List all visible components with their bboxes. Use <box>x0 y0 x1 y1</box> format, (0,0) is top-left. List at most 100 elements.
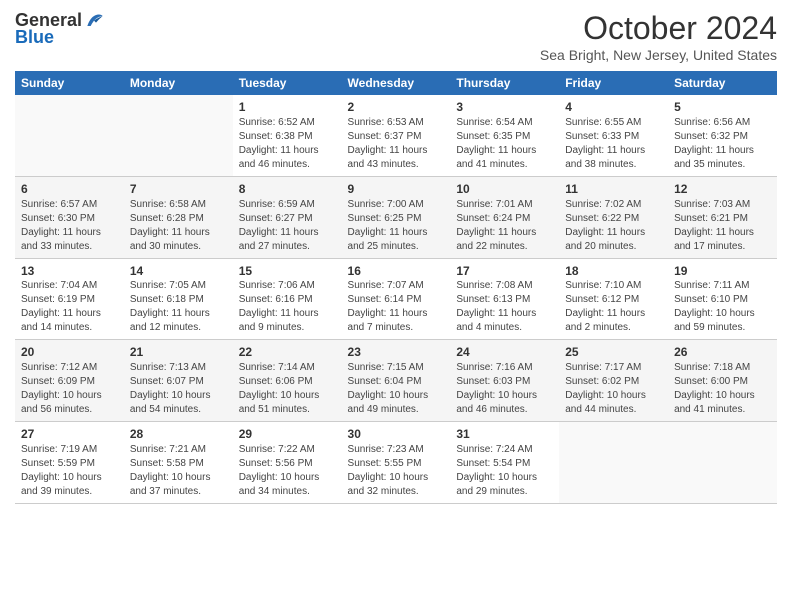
calendar-cell: 21Sunrise: 7:13 AMSunset: 6:07 PMDayligh… <box>124 340 233 422</box>
day-number: 3 <box>456 99 553 116</box>
cell-info: Sunrise: 7:12 AMSunset: 6:09 PMDaylight:… <box>21 361 118 417</box>
cell-info: Sunrise: 7:00 AMSunset: 6:25 PMDaylight:… <box>348 198 445 254</box>
header: General Blue October 2024 Sea Bright, Ne… <box>15 10 777 63</box>
calendar-cell: 31Sunrise: 7:24 AMSunset: 5:54 PMDayligh… <box>450 422 559 504</box>
calendar-cell: 4Sunrise: 6:55 AMSunset: 6:33 PMDaylight… <box>559 95 668 176</box>
cell-info: Sunrise: 7:22 AMSunset: 5:56 PMDaylight:… <box>239 443 336 499</box>
calendar-cell: 20Sunrise: 7:12 AMSunset: 6:09 PMDayligh… <box>15 340 124 422</box>
cell-info: Sunrise: 7:02 AMSunset: 6:22 PMDaylight:… <box>565 198 662 254</box>
calendar-cell: 26Sunrise: 7:18 AMSunset: 6:00 PMDayligh… <box>668 340 777 422</box>
calendar-cell <box>668 422 777 504</box>
day-number: 24 <box>456 344 553 361</box>
calendar-cell: 16Sunrise: 7:07 AMSunset: 6:14 PMDayligh… <box>342 258 451 340</box>
calendar-cell: 13Sunrise: 7:04 AMSunset: 6:19 PMDayligh… <box>15 258 124 340</box>
calendar-cell: 2Sunrise: 6:53 AMSunset: 6:37 PMDaylight… <box>342 95 451 176</box>
day-number: 5 <box>674 99 771 116</box>
cell-info: Sunrise: 6:54 AMSunset: 6:35 PMDaylight:… <box>456 116 553 172</box>
cell-info: Sunrise: 6:57 AMSunset: 6:30 PMDaylight:… <box>21 198 118 254</box>
cell-info: Sunrise: 7:13 AMSunset: 6:07 PMDaylight:… <box>130 361 227 417</box>
calendar-cell: 9Sunrise: 7:00 AMSunset: 6:25 PMDaylight… <box>342 176 451 258</box>
day-header-sunday: Sunday <box>15 71 124 95</box>
cell-info: Sunrise: 7:01 AMSunset: 6:24 PMDaylight:… <box>456 198 553 254</box>
cell-info: Sunrise: 7:07 AMSunset: 6:14 PMDaylight:… <box>348 279 445 335</box>
day-header-thursday: Thursday <box>450 71 559 95</box>
cell-info: Sunrise: 7:19 AMSunset: 5:59 PMDaylight:… <box>21 443 118 499</box>
day-number: 18 <box>565 263 662 280</box>
week-row-3: 13Sunrise: 7:04 AMSunset: 6:19 PMDayligh… <box>15 258 777 340</box>
cell-info: Sunrise: 7:15 AMSunset: 6:04 PMDaylight:… <box>348 361 445 417</box>
cell-info: Sunrise: 7:10 AMSunset: 6:12 PMDaylight:… <box>565 279 662 335</box>
calendar-cell: 14Sunrise: 7:05 AMSunset: 6:18 PMDayligh… <box>124 258 233 340</box>
cell-info: Sunrise: 7:17 AMSunset: 6:02 PMDaylight:… <box>565 361 662 417</box>
day-number: 6 <box>21 181 118 198</box>
day-number: 7 <box>130 181 227 198</box>
cell-info: Sunrise: 6:56 AMSunset: 6:32 PMDaylight:… <box>674 116 771 172</box>
calendar-cell: 18Sunrise: 7:10 AMSunset: 6:12 PMDayligh… <box>559 258 668 340</box>
calendar-cell: 6Sunrise: 6:57 AMSunset: 6:30 PMDaylight… <box>15 176 124 258</box>
cell-info: Sunrise: 7:14 AMSunset: 6:06 PMDaylight:… <box>239 361 336 417</box>
day-number: 11 <box>565 181 662 198</box>
day-number: 22 <box>239 344 336 361</box>
cell-info: Sunrise: 7:24 AMSunset: 5:54 PMDaylight:… <box>456 443 553 499</box>
day-number: 10 <box>456 181 553 198</box>
cell-info: Sunrise: 7:03 AMSunset: 6:21 PMDaylight:… <box>674 198 771 254</box>
calendar-cell: 24Sunrise: 7:16 AMSunset: 6:03 PMDayligh… <box>450 340 559 422</box>
day-number: 17 <box>456 263 553 280</box>
calendar-cell: 10Sunrise: 7:01 AMSunset: 6:24 PMDayligh… <box>450 176 559 258</box>
location: Sea Bright, New Jersey, United States <box>540 47 777 63</box>
calendar-cell: 12Sunrise: 7:03 AMSunset: 6:21 PMDayligh… <box>668 176 777 258</box>
cell-info: Sunrise: 7:23 AMSunset: 5:55 PMDaylight:… <box>348 443 445 499</box>
day-number: 15 <box>239 263 336 280</box>
cell-info: Sunrise: 6:53 AMSunset: 6:37 PMDaylight:… <box>348 116 445 172</box>
day-number: 28 <box>130 426 227 443</box>
calendar-cell: 23Sunrise: 7:15 AMSunset: 6:04 PMDayligh… <box>342 340 451 422</box>
calendar-cell: 25Sunrise: 7:17 AMSunset: 6:02 PMDayligh… <box>559 340 668 422</box>
day-number: 1 <box>239 99 336 116</box>
day-number: 27 <box>21 426 118 443</box>
day-number: 16 <box>348 263 445 280</box>
title-section: October 2024 Sea Bright, New Jersey, Uni… <box>540 10 777 63</box>
cell-info: Sunrise: 7:06 AMSunset: 6:16 PMDaylight:… <box>239 279 336 335</box>
calendar-cell <box>124 95 233 176</box>
day-header-tuesday: Tuesday <box>233 71 342 95</box>
calendar-cell: 22Sunrise: 7:14 AMSunset: 6:06 PMDayligh… <box>233 340 342 422</box>
day-number: 29 <box>239 426 336 443</box>
calendar-cell: 7Sunrise: 6:58 AMSunset: 6:28 PMDaylight… <box>124 176 233 258</box>
calendar-cell: 17Sunrise: 7:08 AMSunset: 6:13 PMDayligh… <box>450 258 559 340</box>
day-number: 8 <box>239 181 336 198</box>
logo-bird-icon <box>84 11 104 31</box>
cell-info: Sunrise: 6:52 AMSunset: 6:38 PMDaylight:… <box>239 116 336 172</box>
calendar-cell <box>559 422 668 504</box>
week-row-5: 27Sunrise: 7:19 AMSunset: 5:59 PMDayligh… <box>15 422 777 504</box>
day-number: 13 <box>21 263 118 280</box>
calendar-table: SundayMondayTuesdayWednesdayThursdayFrid… <box>15 71 777 504</box>
cell-info: Sunrise: 6:58 AMSunset: 6:28 PMDaylight:… <box>130 198 227 254</box>
day-number: 9 <box>348 181 445 198</box>
calendar-cell: 29Sunrise: 7:22 AMSunset: 5:56 PMDayligh… <box>233 422 342 504</box>
cell-info: Sunrise: 7:11 AMSunset: 6:10 PMDaylight:… <box>674 279 771 335</box>
cell-info: Sunrise: 7:18 AMSunset: 6:00 PMDaylight:… <box>674 361 771 417</box>
cell-info: Sunrise: 7:21 AMSunset: 5:58 PMDaylight:… <box>130 443 227 499</box>
day-header-wednesday: Wednesday <box>342 71 451 95</box>
week-row-4: 20Sunrise: 7:12 AMSunset: 6:09 PMDayligh… <box>15 340 777 422</box>
calendar-cell: 11Sunrise: 7:02 AMSunset: 6:22 PMDayligh… <box>559 176 668 258</box>
day-number: 2 <box>348 99 445 116</box>
calendar-cell: 19Sunrise: 7:11 AMSunset: 6:10 PMDayligh… <box>668 258 777 340</box>
week-row-1: 1Sunrise: 6:52 AMSunset: 6:38 PMDaylight… <box>15 95 777 176</box>
month-title: October 2024 <box>540 10 777 47</box>
cell-info: Sunrise: 7:16 AMSunset: 6:03 PMDaylight:… <box>456 361 553 417</box>
day-header-saturday: Saturday <box>668 71 777 95</box>
calendar-cell: 30Sunrise: 7:23 AMSunset: 5:55 PMDayligh… <box>342 422 451 504</box>
cell-info: Sunrise: 6:55 AMSunset: 6:33 PMDaylight:… <box>565 116 662 172</box>
calendar-cell: 27Sunrise: 7:19 AMSunset: 5:59 PMDayligh… <box>15 422 124 504</box>
day-header-friday: Friday <box>559 71 668 95</box>
day-number: 31 <box>456 426 553 443</box>
day-number: 23 <box>348 344 445 361</box>
day-header-monday: Monday <box>124 71 233 95</box>
day-number: 30 <box>348 426 445 443</box>
cell-info: Sunrise: 6:59 AMSunset: 6:27 PMDaylight:… <box>239 198 336 254</box>
header-row: SundayMondayTuesdayWednesdayThursdayFrid… <box>15 71 777 95</box>
calendar-cell: 28Sunrise: 7:21 AMSunset: 5:58 PMDayligh… <box>124 422 233 504</box>
cell-info: Sunrise: 7:05 AMSunset: 6:18 PMDaylight:… <box>130 279 227 335</box>
day-number: 4 <box>565 99 662 116</box>
